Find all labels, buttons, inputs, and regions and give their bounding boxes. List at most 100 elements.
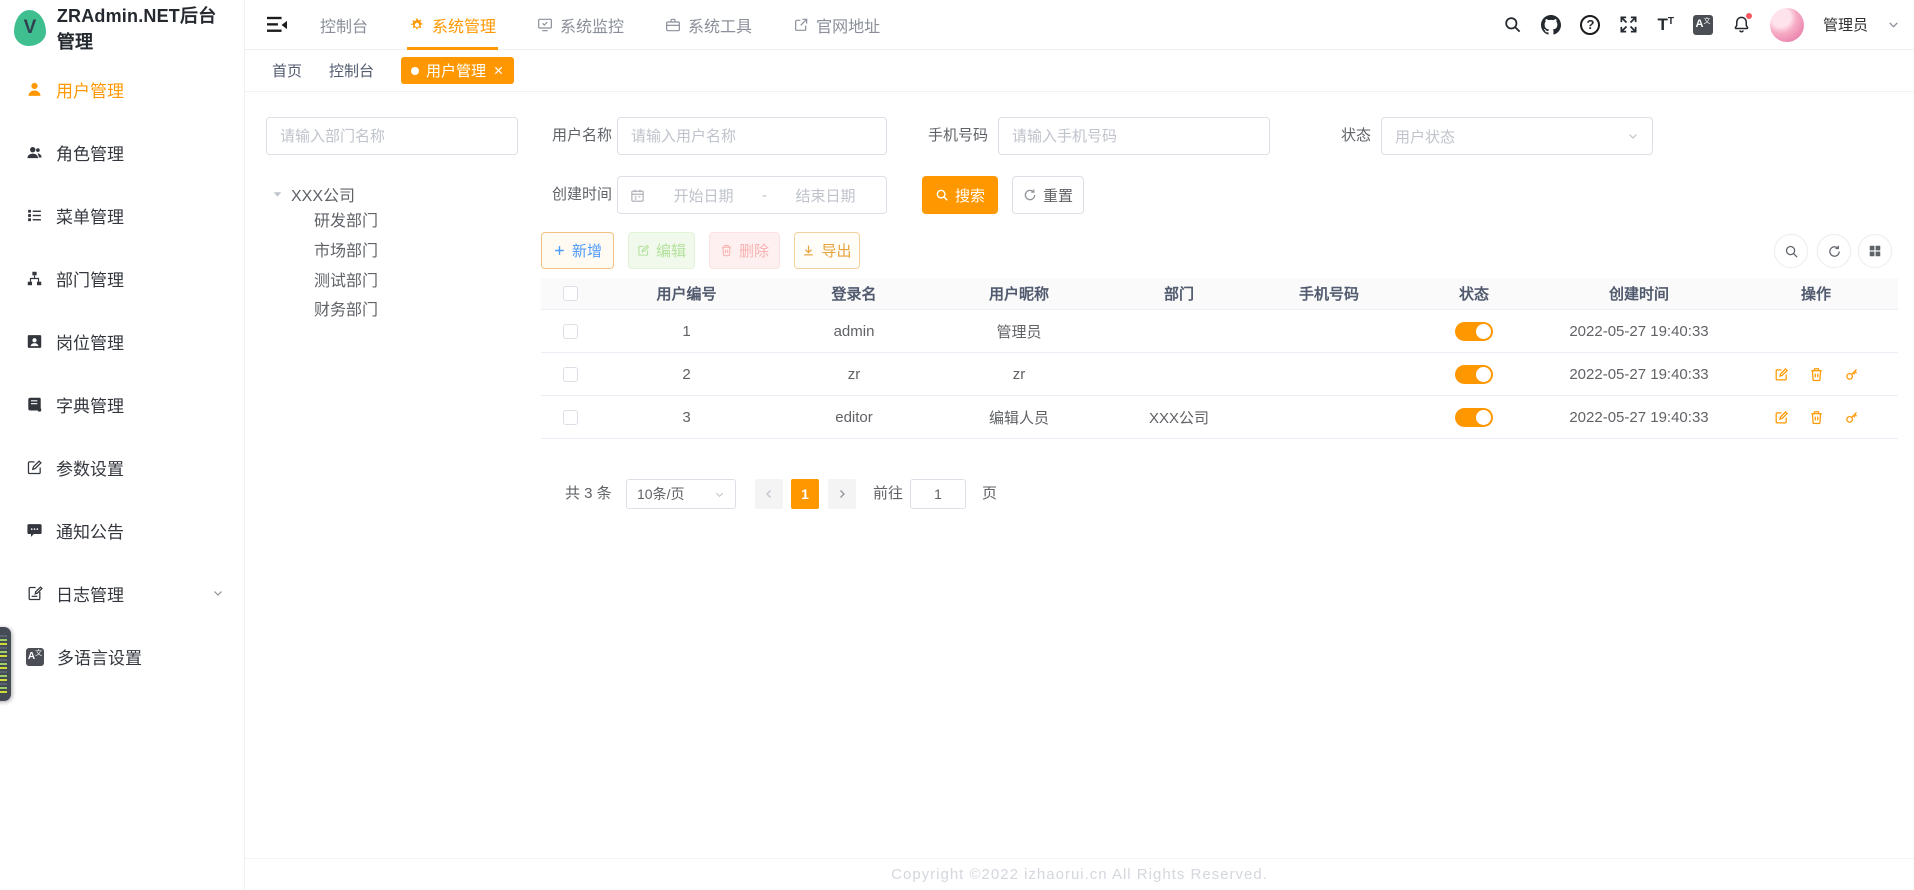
goto-page-input[interactable] bbox=[910, 479, 966, 509]
sidebar-item-logs[interactable]: 日志管理 bbox=[0, 562, 244, 625]
status-toggle[interactable] bbox=[1455, 408, 1493, 427]
row-delete-icon[interactable] bbox=[1809, 367, 1824, 382]
sidebar-item-dictionary[interactable]: 字典管理 bbox=[0, 373, 244, 436]
tab-console[interactable]: 控制台 bbox=[329, 60, 374, 81]
sidebar-item-i18n[interactable]: A文 多语言设置 bbox=[0, 625, 244, 688]
status-select[interactable]: 用户状态 bbox=[1381, 117, 1653, 155]
search-icon[interactable] bbox=[1503, 15, 1522, 34]
cell-user-id: 3 bbox=[599, 409, 774, 426]
language-switch-icon[interactable]: A文 bbox=[1693, 15, 1713, 35]
next-page-button[interactable] bbox=[828, 479, 856, 509]
status-toggle[interactable] bbox=[1455, 365, 1493, 384]
avatar[interactable] bbox=[1770, 8, 1804, 42]
notification-bell-icon[interactable] bbox=[1732, 15, 1751, 34]
fullscreen-icon[interactable] bbox=[1619, 15, 1638, 34]
refresh-icon bbox=[1023, 188, 1037, 202]
chat-bubble-icon bbox=[26, 522, 43, 539]
calendar-icon bbox=[630, 188, 645, 203]
tree-caret-icon[interactable] bbox=[272, 189, 283, 200]
sidebar-item-posts[interactable]: 岗位管理 bbox=[0, 310, 244, 373]
sidebar-item-users[interactable]: 用户管理 bbox=[0, 58, 244, 121]
cell-actions bbox=[1734, 367, 1898, 382]
tab-close-icon[interactable] bbox=[493, 65, 504, 76]
nav-item-system-admin[interactable]: 系统管理 bbox=[407, 0, 498, 50]
sidebar-item-label: 部门管理 bbox=[56, 266, 124, 291]
cell-login: editor bbox=[774, 409, 934, 426]
nav-item-system-tools[interactable]: 系统工具 bbox=[663, 0, 754, 50]
help-icon[interactable]: ? bbox=[1580, 15, 1600, 35]
notification-dot bbox=[1745, 12, 1753, 20]
sidebar-item-departments[interactable]: 部门管理 bbox=[0, 247, 244, 310]
tab-home[interactable]: 首页 bbox=[272, 60, 302, 81]
dept-filter-input[interactable] bbox=[266, 117, 518, 155]
row-delete-icon[interactable] bbox=[1809, 410, 1824, 425]
sidebar-item-notices[interactable]: 通知公告 bbox=[0, 499, 244, 562]
chevron-right-icon bbox=[836, 488, 848, 500]
chevron-down-icon bbox=[1627, 130, 1639, 142]
monitor-icon bbox=[537, 17, 553, 33]
tab-user-management[interactable]: 用户管理 bbox=[401, 57, 514, 84]
sidebar-item-label: 角色管理 bbox=[56, 140, 124, 165]
performance-monitor-widget[interactable] bbox=[0, 627, 11, 701]
add-button[interactable]: 新增 bbox=[541, 232, 614, 269]
nav-item-console[interactable]: 控制台 bbox=[318, 0, 370, 50]
row-checkbox[interactable] bbox=[563, 367, 578, 382]
font-size-icon[interactable]: TT bbox=[1657, 16, 1674, 33]
tree-node-child[interactable]: 测试部门 bbox=[314, 268, 378, 296]
row-checkbox[interactable] bbox=[563, 410, 578, 425]
tree-node-child[interactable]: 财务部门 bbox=[314, 297, 378, 325]
sidebar-item-label: 参数设置 bbox=[56, 455, 124, 480]
menu-list-icon bbox=[26, 207, 43, 224]
row-edit-icon[interactable] bbox=[1774, 367, 1789, 382]
tabs-bar: 首页 控制台 用户管理 bbox=[245, 50, 1914, 92]
tree-node-child[interactable]: 研发部门 bbox=[314, 208, 378, 236]
translate-icon: A文 bbox=[26, 648, 44, 666]
column-settings-button[interactable] bbox=[1858, 234, 1892, 268]
date-range-picker[interactable]: 开始日期 - 结束日期 bbox=[617, 176, 887, 214]
reset-button[interactable]: 重置 bbox=[1012, 176, 1084, 214]
export-button[interactable]: 导出 bbox=[794, 232, 860, 269]
delete-button[interactable]: 删除 bbox=[709, 232, 780, 269]
row-checkbox[interactable] bbox=[563, 324, 578, 339]
edit-button[interactable]: 编辑 bbox=[628, 232, 695, 269]
github-icon[interactable] bbox=[1541, 15, 1561, 35]
download-icon bbox=[802, 244, 815, 257]
cell-created: 2022-05-27 19:40:33 bbox=[1544, 409, 1734, 426]
sidebar-item-parameters[interactable]: 参数设置 bbox=[0, 436, 244, 499]
user-menu-chevron-icon[interactable] bbox=[1887, 18, 1900, 31]
chevron-down-icon[interactable] bbox=[212, 584, 224, 604]
tree-node-child[interactable]: 市场部门 bbox=[314, 238, 378, 266]
top-navbar: 控制台 系统管理 系统监控 系统工具 官网地址 bbox=[245, 0, 1914, 50]
cell-dept: XXX公司 bbox=[1104, 407, 1254, 428]
page-size-select[interactable]: 10条/页 bbox=[626, 479, 736, 509]
page-number-button[interactable]: 1 bbox=[791, 479, 819, 509]
sidebar-collapse-icon[interactable] bbox=[266, 15, 288, 35]
nav-item-system-monitor[interactable]: 系统监控 bbox=[535, 0, 626, 50]
status-toggle[interactable] bbox=[1455, 322, 1493, 341]
username[interactable]: 管理员 bbox=[1823, 14, 1868, 35]
nav-item-website[interactable]: 官网地址 bbox=[791, 0, 882, 50]
username-input[interactable] bbox=[617, 117, 887, 155]
show-search-toggle-button[interactable] bbox=[1774, 234, 1808, 268]
row-reset-password-icon[interactable] bbox=[1844, 410, 1859, 425]
phone-input[interactable] bbox=[998, 117, 1270, 155]
user-icon bbox=[26, 81, 43, 98]
app-logo-icon: V bbox=[14, 10, 46, 46]
sidebar-item-menus[interactable]: 菜单管理 bbox=[0, 184, 244, 247]
sidebar-item-label: 字典管理 bbox=[56, 392, 124, 417]
search-button[interactable]: 搜索 bbox=[922, 176, 998, 214]
cell-nickname: 管理员 bbox=[934, 321, 1104, 342]
status-select-placeholder: 用户状态 bbox=[1395, 126, 1627, 147]
column-header-nickname: 用户昵称 bbox=[934, 283, 1104, 304]
refresh-table-button[interactable] bbox=[1817, 234, 1851, 268]
prev-page-button[interactable] bbox=[755, 479, 783, 509]
page-unit-label: 页 bbox=[982, 479, 997, 509]
column-header-phone: 手机号码 bbox=[1254, 283, 1404, 304]
select-all-checkbox[interactable] bbox=[563, 286, 578, 301]
app-logo-row[interactable]: V ZRAdmin.NET后台管理 bbox=[0, 0, 244, 56]
sidebar-item-label: 通知公告 bbox=[56, 518, 124, 543]
row-edit-icon[interactable] bbox=[1774, 410, 1789, 425]
tree-node-root[interactable]: XXX公司 bbox=[272, 180, 355, 208]
row-reset-password-icon[interactable] bbox=[1844, 367, 1859, 382]
sidebar-item-roles[interactable]: 角色管理 bbox=[0, 121, 244, 184]
